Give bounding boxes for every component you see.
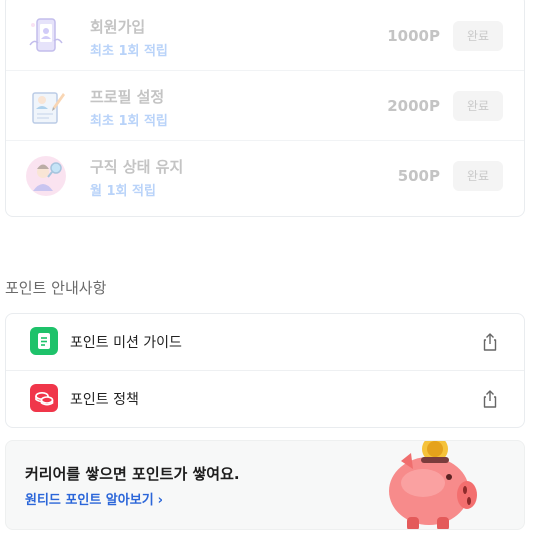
mission-title: 회원가입 <box>90 18 146 36</box>
section-title: 포인트 안내사항 <box>5 279 107 297</box>
complete-button[interactable]: 완료 <box>453 21 503 51</box>
mission-item-signup: 회원가입 최초 1회 적립 1000P 완료 <box>6 1 524 71</box>
mission-points: 1000P <box>387 27 440 45</box>
phone-signup-icon <box>29 18 63 52</box>
mission-title: 구직 상태 유지 <box>90 158 184 176</box>
mission-points: 500P <box>397 167 440 185</box>
mission-subtitle: 최초 1회 적립 <box>90 114 168 129</box>
share-icon[interactable] <box>480 388 500 410</box>
mission-item-job-status: 구직 상태 유지 월 1회 적립 500P 완료 <box>6 141 524 211</box>
mission-item-profile: 프로필 설정 최초 1회 적립 2000P 완료 <box>6 71 524 141</box>
point-promo-banner[interactable]: 커리어를 쌓으면 포인트가 쌓여요. 원티드 포인트 알아보기 › <box>5 440 525 530</box>
point-mission-guide-link[interactable]: 포인트 미션 가이드 <box>6 314 524 371</box>
mission-title: 프로필 설정 <box>90 88 165 106</box>
mission-list: 회원가입 최초 1회 적립 1000P 완료 프로필 설정 최초 1회 적립 2… <box>5 0 525 217</box>
complete-button[interactable]: 완료 <box>453 91 503 121</box>
coins-icon <box>30 384 58 412</box>
piggy-bank-icon <box>389 441 477 529</box>
guide-document-icon <box>30 327 58 355</box>
profile-document-icon <box>32 92 65 124</box>
mission-points: 2000P <box>387 97 440 115</box>
chevron-right-icon: › <box>157 493 164 508</box>
learn-points-link-label: 원티드 포인트 알아보기 <box>25 493 154 508</box>
banner-title: 커리어를 쌓으면 포인트가 쌓여요. <box>25 465 240 483</box>
mission-subtitle: 최초 1회 적립 <box>90 44 168 59</box>
complete-button[interactable]: 완료 <box>453 161 503 191</box>
share-icon[interactable] <box>480 331 500 353</box>
job-search-person-icon <box>26 156 66 196</box>
learn-points-link[interactable]: 원티드 포인트 알아보기 › <box>25 489 163 508</box>
point-info-list: 포인트 미션 가이드 포인트 정책 <box>5 313 525 428</box>
policy-label: 포인트 정책 <box>70 392 139 408</box>
point-policy-link[interactable]: 포인트 정책 <box>6 371 524 428</box>
guide-label: 포인트 미션 가이드 <box>70 335 182 351</box>
mission-subtitle: 월 1회 적립 <box>90 184 156 199</box>
